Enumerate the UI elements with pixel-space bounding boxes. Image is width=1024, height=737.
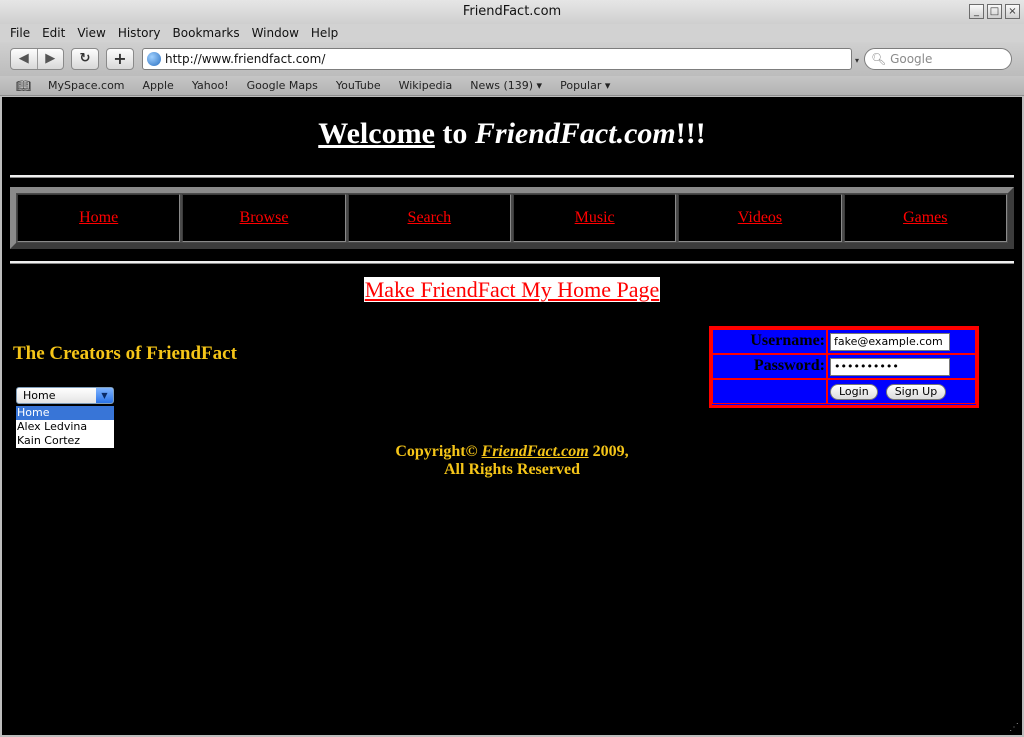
copyright-prefix: Copyright©: [395, 443, 482, 460]
bookmark-news[interactable]: News (139) ▾: [470, 79, 542, 92]
nav-cell-games: Games: [843, 194, 1007, 242]
menu-edit[interactable]: Edit: [36, 24, 71, 42]
menu-view[interactable]: View: [71, 24, 111, 42]
divider-bottom: [10, 261, 1014, 264]
nav-link-videos[interactable]: Videos: [738, 209, 782, 227]
close-button[interactable]: ×: [1005, 4, 1020, 19]
nav-link-search[interactable]: Search: [408, 209, 452, 227]
bookmark-myspace[interactable]: MySpace.com: [48, 79, 125, 92]
copyright: Copyright© FriendFact.com 2009, All Righ…: [2, 443, 1022, 479]
copyright-line-1: Copyright© FriendFact.com 2009,: [2, 443, 1022, 461]
minimize-button[interactable]: _: [969, 4, 984, 19]
reload-icon[interactable]: ↻: [71, 48, 99, 70]
copyright-link[interactable]: FriendFact.com: [482, 443, 589, 460]
search-placeholder: Google: [890, 52, 933, 66]
nav-cell-home: Home: [17, 194, 181, 242]
chevron-down-icon[interactable]: ▼: [96, 388, 113, 403]
bookmark-google-maps[interactable]: Google Maps: [247, 79, 318, 92]
login-empty-cell: [712, 379, 827, 404]
divider-top: [10, 175, 1014, 178]
creators-select[interactable]: Home ▼ Home Alex Ledvina Kain Cortez: [16, 387, 114, 448]
page-content: Welcome to FriendFact.com!!! Home Browse…: [2, 97, 1022, 735]
menu-history[interactable]: History: [112, 24, 167, 42]
select-option-alex-ledvina[interactable]: Alex Ledvina: [16, 420, 114, 434]
window-titlebar: FriendFact.com _ □ ×: [0, 0, 1024, 24]
copyright-year: 2009,: [588, 443, 629, 460]
bookmarks-bar: 📖︎ MySpace.com Apple Yahoo! Google Maps …: [0, 76, 1024, 96]
nav-link-browse[interactable]: Browse: [240, 209, 289, 227]
username-label: Username:: [712, 329, 827, 354]
resize-grip-icon[interactable]: ⋰: [1009, 722, 1019, 733]
select-option-home[interactable]: Home: [16, 406, 114, 420]
username-input[interactable]: [830, 332, 950, 351]
login-buttons-cell: Login Sign Up: [827, 379, 976, 404]
nav-table: Home Browse Search Music Videos Games: [10, 187, 1014, 249]
window-controls: _ □ ×: [969, 4, 1020, 19]
window-title: FriendFact.com: [462, 4, 562, 19]
welcome-site-name: FriendFact.com: [474, 117, 676, 150]
nav-link-home[interactable]: Home: [79, 209, 118, 227]
login-form: Username: Password: Login Sign Up: [709, 326, 979, 408]
bookmark-wikipedia[interactable]: Wikipedia: [399, 79, 453, 92]
nav-link-games[interactable]: Games: [903, 209, 947, 227]
maximize-button[interactable]: □: [987, 4, 1002, 19]
menu-bar: File Edit View History Bookmarks Window …: [0, 24, 1024, 42]
sign-up-button[interactable]: Sign Up: [885, 383, 947, 400]
browser-toolbar: ◀ ▶ ↻ + http://www.friendfact.com/ ▾ 🔍︎ …: [0, 42, 1024, 76]
bookmark-yahoo[interactable]: Yahoo!: [192, 79, 229, 92]
address-dropdown-icon[interactable]: ▾: [855, 56, 859, 65]
welcome-word: Welcome: [318, 117, 435, 150]
nav-cell-videos: Videos: [678, 194, 842, 242]
nav-link-music[interactable]: Music: [575, 209, 615, 227]
nav-cell-browse: Browse: [182, 194, 346, 242]
creators-select-value: Home: [23, 389, 56, 402]
creators-select-box[interactable]: Home ▼: [16, 387, 114, 404]
menu-bookmarks[interactable]: Bookmarks: [167, 24, 246, 42]
bookmark-apple[interactable]: Apple: [143, 79, 174, 92]
menu-file[interactable]: File: [4, 24, 36, 42]
search-icon: 🔍︎: [871, 52, 887, 66]
creators-heading: The Creators of FriendFact: [13, 343, 237, 364]
address-bar[interactable]: http://www.friendfact.com/: [142, 48, 852, 70]
welcome-to: to: [434, 117, 475, 150]
bookmark-youtube[interactable]: YouTube: [336, 79, 381, 92]
welcome-exclaim: !!!: [675, 117, 706, 150]
globe-icon: [147, 52, 161, 66]
password-input[interactable]: [830, 357, 950, 376]
make-homepage-link[interactable]: Make FriendFact My Home Page: [363, 277, 661, 302]
nav-cell-search: Search: [347, 194, 511, 242]
homepage-link-wrap: Make FriendFact My Home Page: [2, 277, 1022, 302]
menu-help[interactable]: Help: [305, 24, 344, 42]
copyright-line-2: All Rights Reserved: [444, 461, 580, 478]
nav-cell-music: Music: [512, 194, 677, 242]
bookmark-popular[interactable]: Popular ▾: [560, 79, 610, 92]
back-forward-group: ◀ ▶: [10, 48, 64, 70]
back-icon[interactable]: ◀: [11, 49, 38, 69]
password-label: Password:: [712, 354, 827, 379]
address-url: http://www.friendfact.com/: [165, 52, 326, 66]
login-button[interactable]: Login: [830, 383, 878, 400]
password-cell: [827, 354, 976, 379]
menu-window[interactable]: Window: [246, 24, 305, 42]
forward-icon[interactable]: ▶: [38, 49, 64, 69]
username-cell: [827, 329, 976, 354]
add-bookmark-icon[interactable]: +: [106, 48, 134, 70]
creators-select-list: Home Alex Ledvina Kain Cortez: [16, 406, 114, 448]
page-title: Welcome to FriendFact.com!!!: [2, 117, 1022, 151]
bookmarks-book-icon[interactable]: 📖︎: [16, 79, 34, 93]
search-input[interactable]: 🔍︎ Google: [864, 48, 1012, 70]
